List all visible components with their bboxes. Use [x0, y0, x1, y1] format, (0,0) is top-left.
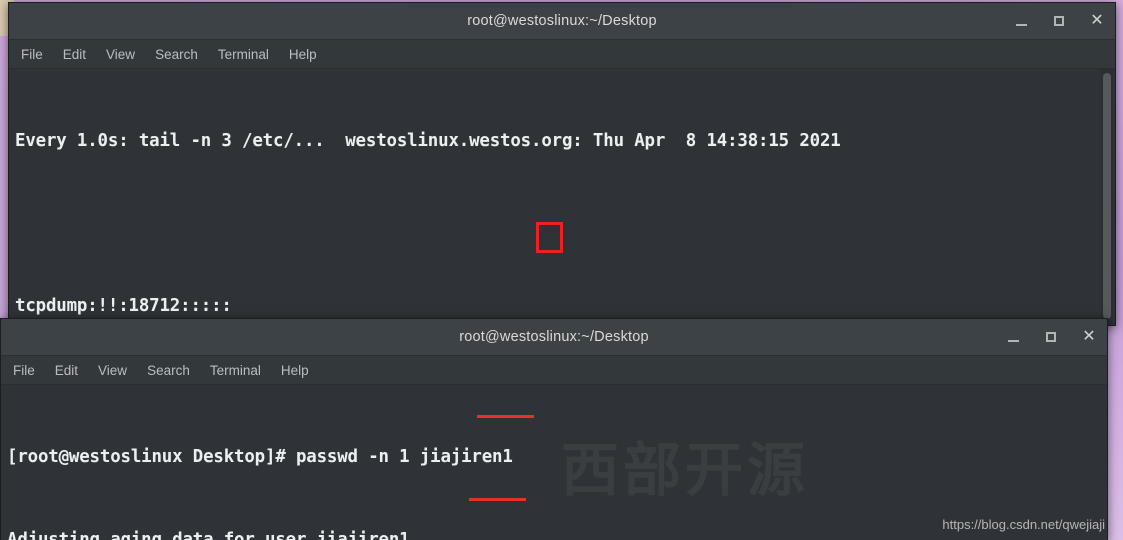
scrollbar-thumb[interactable]	[1103, 73, 1111, 319]
maximize-icon[interactable]	[1051, 13, 1067, 29]
window1-controls[interactable]: ✕	[1013, 3, 1105, 39]
terminal-window-watch[interactable]: root@westoslinux:~/Desktop ✕ File Edit V…	[8, 2, 1116, 326]
terminal-line: tcpdump:!!:18712:::::	[15, 296, 232, 316]
terminal-line: [root@westoslinux Desktop]# passwd -n 1 …	[7, 447, 513, 467]
desktop-screen: root@westoslinux:~/Desktop ✕ File Edit V…	[0, 0, 1123, 540]
menu-edit[interactable]: Edit	[63, 47, 86, 62]
menu-help[interactable]: Help	[281, 363, 309, 378]
menu-file[interactable]: File	[13, 363, 35, 378]
menu-view[interactable]: View	[106, 47, 135, 62]
window1-title: root@westoslinux:~/Desktop	[467, 13, 657, 29]
menu-view[interactable]: View	[98, 363, 127, 378]
terminal-window-shell[interactable]: root@westoslinux:~/Desktop ✕ File Edit V…	[0, 318, 1108, 540]
close-icon[interactable]: ✕	[1081, 329, 1097, 345]
menu-edit[interactable]: Edit	[55, 363, 78, 378]
window2-titlebar[interactable]: root@westoslinux:~/Desktop ✕	[1, 319, 1107, 356]
window2-title: root@westoslinux:~/Desktop	[459, 329, 649, 345]
menu-search[interactable]: Search	[147, 363, 190, 378]
menu-file[interactable]: File	[21, 47, 43, 62]
window1-terminal-body[interactable]: Every 1.0s: tail -n 3 /etc/... westoslin…	[9, 69, 1115, 325]
menu-terminal[interactable]: Terminal	[210, 363, 261, 378]
window2-controls[interactable]: ✕	[1005, 319, 1097, 355]
menu-terminal[interactable]: Terminal	[218, 47, 269, 62]
terminal-line: Every 1.0s: tail -n 3 /etc/... westoslin…	[15, 131, 841, 151]
window2-menubar[interactable]: File Edit View Search Terminal Help	[1, 356, 1107, 385]
minimize-icon[interactable]	[1005, 329, 1021, 345]
close-icon[interactable]: ✕	[1089, 13, 1105, 29]
window1-scrollbar[interactable]	[1101, 69, 1113, 325]
terminal-line: Adjusting aging data for user jiajiren1.	[7, 529, 420, 540]
menu-search[interactable]: Search	[155, 47, 198, 62]
window1-titlebar[interactable]: root@westoslinux:~/Desktop ✕	[9, 3, 1115, 40]
maximize-icon[interactable]	[1043, 329, 1059, 345]
window1-output: Every 1.0s: tail -n 3 /etc/... westoslin…	[15, 73, 1115, 325]
window2-terminal-body[interactable]: [root@westoslinux Desktop]# passwd -n 1 …	[1, 385, 1107, 540]
window2-output: [root@westoslinux Desktop]# passwd -n 1 …	[7, 389, 1107, 540]
minimize-icon[interactable]	[1013, 13, 1029, 29]
menu-help[interactable]: Help	[289, 47, 317, 62]
window1-menubar[interactable]: File Edit View Search Terminal Help	[9, 40, 1115, 69]
